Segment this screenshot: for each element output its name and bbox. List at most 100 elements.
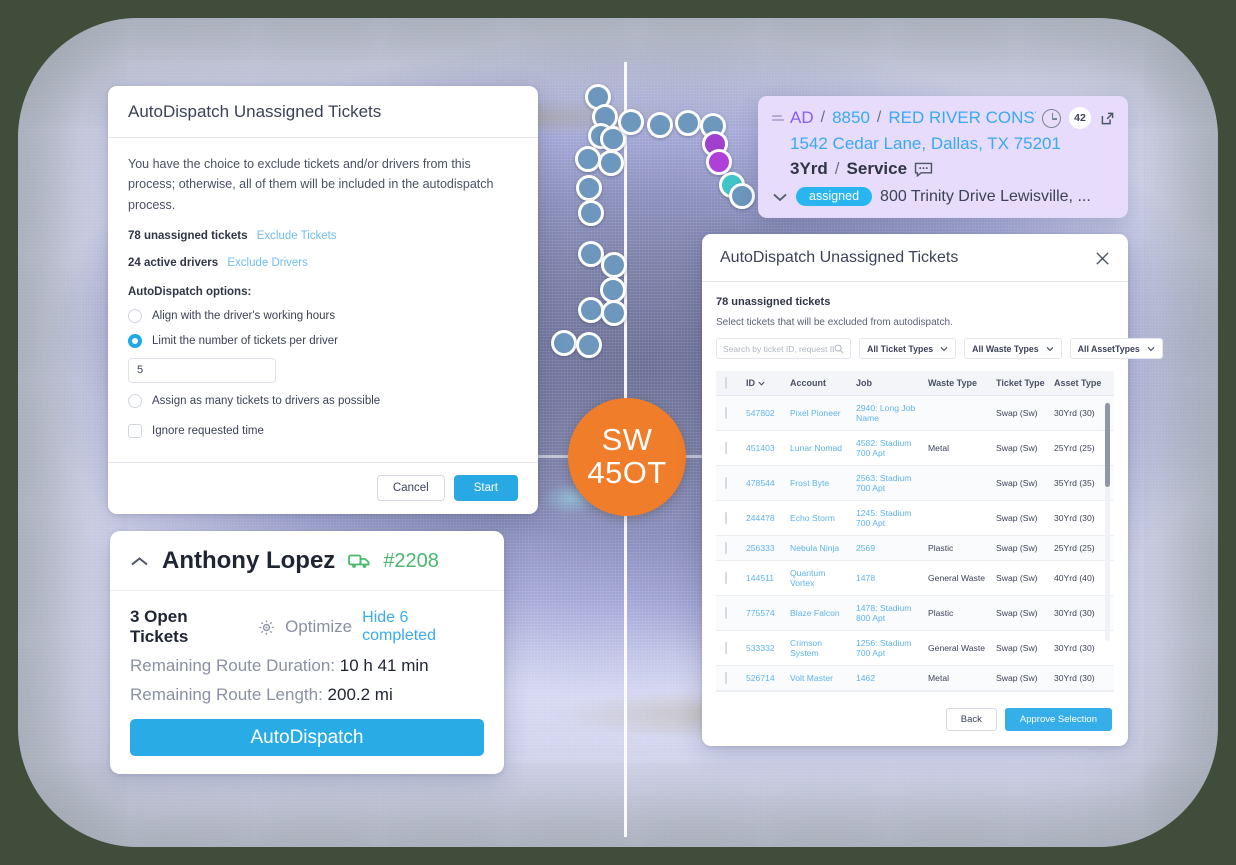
ticket-sub-address[interactable]: 800 Trinity Drive Lewisville, ...: [880, 188, 1091, 206]
column-header[interactable]: Job: [852, 371, 924, 396]
radio-icon[interactable]: [128, 393, 142, 408]
map-pin[interactable]: [578, 297, 604, 323]
map-pin[interactable]: [601, 252, 627, 278]
chevron-down-icon[interactable]: [940, 346, 948, 352]
optimize-gear-icon[interactable]: [258, 619, 275, 636]
map-pin[interactable]: [618, 109, 644, 135]
ticket-customer[interactable]: RED RIVER CONST ...: [888, 108, 1036, 128]
map-pin[interactable]: [576, 175, 602, 201]
cell-account: Echo Storm: [786, 500, 852, 536]
table-row[interactable]: 533332 Crimson System 1256: Stadium 700 Ap…: [716, 630, 1114, 666]
filter-dropdown[interactable]: All Ticket Types: [859, 338, 957, 359]
column-header[interactable]: ID: [742, 371, 786, 396]
row-checkbox-cell[interactable]: [716, 430, 742, 466]
filter-dropdown[interactable]: All Waste Types: [964, 338, 1062, 359]
row-checkbox-cell[interactable]: [716, 630, 742, 666]
row-checkbox-cell[interactable]: [716, 665, 742, 691]
autodispatch-button[interactable]: AutoDispatch: [130, 719, 484, 756]
radio-align-working-hours[interactable]: Align with the driver's working hours: [128, 308, 518, 323]
external-link-icon[interactable]: [1099, 110, 1116, 127]
radio-selected-icon[interactable]: [128, 333, 142, 348]
optimize-label[interactable]: Optimize: [285, 617, 352, 637]
chevron-down-icon[interactable]: [772, 192, 788, 202]
row-checkbox[interactable]: [725, 607, 727, 619]
chevron-down-icon[interactable]: [1046, 346, 1054, 352]
cancel-button[interactable]: Cancel: [376, 474, 445, 501]
cell-job: 1478: [852, 560, 924, 596]
chevron-down-icon[interactable]: [1147, 346, 1155, 352]
checkbox-ignore-requested-time[interactable]: Ignore requested time: [128, 423, 518, 438]
ticket-address[interactable]: 1542 Cedar Lane, Dallas, TX 75201: [772, 134, 1116, 154]
row-checkbox[interactable]: [725, 542, 727, 554]
ticket-card[interactable]: AD / 8850 / RED RIVER CONST ... 42 1542 …: [758, 96, 1128, 218]
map-pin[interactable]: [675, 110, 701, 136]
table-row[interactable]: 775574 Blaze Falcon 1478: Stadium 800 Apt P…: [716, 595, 1114, 631]
map-pin[interactable]: [647, 112, 673, 138]
cell-account: Frost Byte: [786, 465, 852, 501]
column-header[interactable]: Asset Type: [1050, 371, 1114, 396]
radio-icon[interactable]: [128, 308, 142, 323]
radio-limit-tickets[interactable]: Limit the number of tickets per driver: [128, 333, 518, 348]
close-icon[interactable]: [1095, 251, 1110, 266]
search-box[interactable]: [716, 338, 851, 359]
row-checkbox-cell[interactable]: [716, 395, 742, 431]
map-pin[interactable]: [551, 330, 577, 356]
hide-completed-link[interactable]: Hide 6 completed: [362, 609, 484, 645]
map-pin[interactable]: [598, 150, 624, 176]
table-row[interactable]: 256333 Nebula Ninja 2569 Plastic Swap (Sw) 25…: [716, 535, 1114, 561]
chevron-up-icon[interactable]: [130, 556, 149, 567]
filter-dropdown[interactable]: All AssetTypes: [1069, 338, 1163, 359]
select-all-checkbox[interactable]: [725, 377, 727, 389]
row-checkbox-cell[interactable]: [716, 535, 742, 561]
row-checkbox-cell[interactable]: [716, 500, 742, 536]
cluster-badge[interactable]: SW 45OT: [568, 398, 686, 516]
exclude-tickets-link[interactable]: Exclude Tickets: [257, 230, 337, 242]
comment-icon[interactable]: [914, 162, 933, 177]
search-icon[interactable]: [834, 344, 844, 354]
row-checkbox-cell[interactable]: [716, 465, 742, 501]
row-checkbox[interactable]: [725, 512, 727, 524]
cell-ticket-type: Swap (Sw): [992, 535, 1050, 561]
drag-handle-icon[interactable]: [772, 115, 784, 121]
map-pin[interactable]: [576, 332, 602, 358]
search-input[interactable]: [723, 343, 834, 354]
column-header[interactable]: Account: [786, 371, 852, 396]
filter-bar: All Ticket Types All Waste Types All Asset…: [716, 338, 1163, 359]
select-all-header[interactable]: [716, 371, 742, 396]
row-checkbox[interactable]: [725, 642, 727, 654]
sort-chevron-icon[interactable]: [758, 381, 765, 386]
table-row[interactable]: 451403 Lunar Nomad 4582: Stadium 700 Apt Me…: [716, 430, 1114, 466]
ticket-id[interactable]: 8850: [832, 108, 870, 128]
row-checkbox-cell[interactable]: [716, 595, 742, 631]
cell-ticket-type: Swap (Sw): [992, 395, 1050, 431]
table-row[interactable]: 547802 Pixel Pioneer 2940: Long Job Name Sw…: [716, 395, 1114, 431]
table-row[interactable]: 478544 Frost Byte 2563: Stadium 700 Apt Swa…: [716, 465, 1114, 501]
table-row[interactable]: 244478 Echo Storm 1245: Stadium 700 Apt Swa…: [716, 500, 1114, 536]
map-pin[interactable]: [578, 200, 604, 226]
map-pin[interactable]: [601, 300, 627, 326]
row-checkbox[interactable]: [725, 672, 727, 684]
column-header[interactable]: Waste Type: [924, 371, 992, 396]
start-button[interactable]: Start: [453, 474, 518, 501]
tickets-per-driver-input[interactable]: [128, 357, 276, 383]
map-pin[interactable]: [706, 149, 732, 175]
table-row[interactable]: 144511 Quantum Vortex 1478 General Waste Swa…: [716, 560, 1114, 596]
map-pin[interactable]: [575, 146, 601, 172]
back-button[interactable]: Back: [945, 708, 997, 731]
row-checkbox[interactable]: [725, 477, 727, 489]
cell-waste-type: [924, 500, 992, 536]
clock-icon[interactable]: [1042, 108, 1061, 128]
row-checkbox-cell[interactable]: [716, 560, 742, 596]
row-checkbox[interactable]: [725, 572, 727, 584]
approve-selection-button[interactable]: Approve Selection: [1004, 708, 1112, 731]
column-header[interactable]: Ticket Type: [992, 371, 1050, 396]
table-row[interactable]: 526714 Volt Master 1462 Metal Swap (Sw) 30Yrd…: [716, 665, 1114, 691]
checkbox-icon[interactable]: [128, 423, 142, 438]
radio-assign-many[interactable]: Assign as many tickets to drivers as pos…: [128, 393, 518, 408]
row-checkbox[interactable]: [725, 407, 727, 419]
table-scrollbar[interactable]: [1105, 401, 1110, 641]
map-pin[interactable]: [729, 183, 755, 209]
row-checkbox[interactable]: [725, 442, 727, 454]
scrollbar-thumb[interactable]: [1105, 403, 1110, 487]
exclude-drivers-link[interactable]: Exclude Drivers: [227, 257, 308, 269]
